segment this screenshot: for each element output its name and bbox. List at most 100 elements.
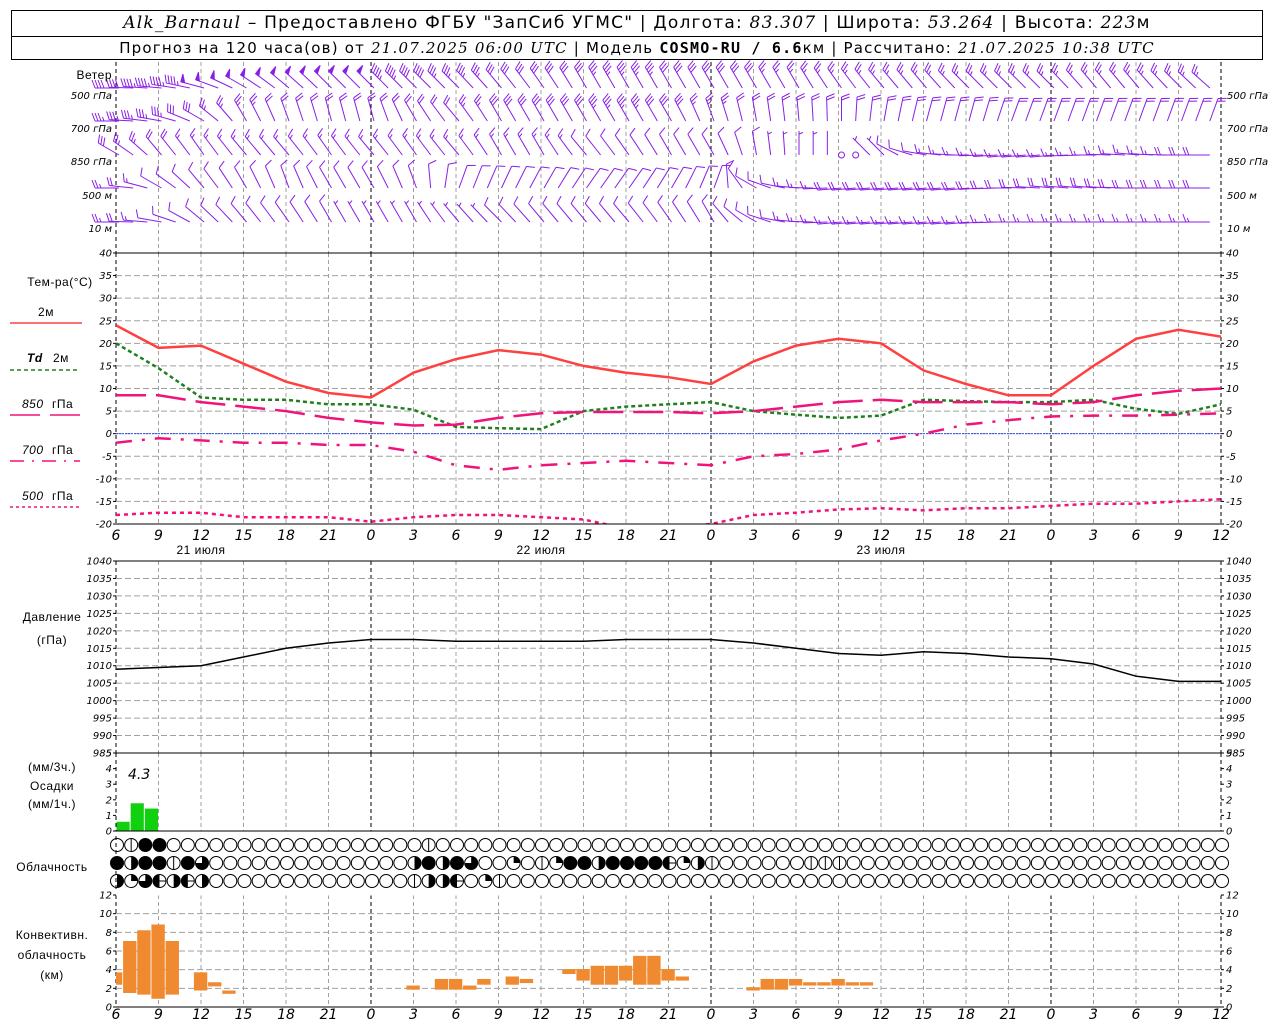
hour-tick-label-bottom: 3	[409, 1007, 418, 1023]
barb-pennant	[313, 65, 321, 75]
barb-full	[989, 99, 998, 102]
barb-staff	[1150, 70, 1168, 89]
barb-half	[775, 68, 779, 73]
barb-full	[1128, 179, 1133, 189]
cloud-circle	[818, 874, 833, 888]
barb-full	[1097, 179, 1102, 188]
barb-staff	[404, 200, 417, 223]
barb-staff	[614, 168, 630, 189]
cloud-cover-icon	[365, 874, 379, 888]
cloud-cover-icon	[308, 874, 323, 888]
cloud-cover-icon	[733, 838, 748, 852]
barb-staff	[767, 131, 772, 156]
barb-full	[1191, 63, 1196, 73]
barb-staff	[701, 200, 715, 223]
barb-full	[958, 181, 963, 190]
barb-pennant	[239, 67, 246, 78]
barb-staff	[1138, 98, 1148, 122]
cloud-circle	[761, 874, 776, 888]
cloud-circle	[308, 874, 323, 888]
barb-half	[476, 72, 480, 78]
cloud-half	[442, 856, 450, 870]
wind-barb	[515, 61, 531, 89]
barb-full	[171, 163, 176, 172]
conv-cloud-bar	[116, 972, 123, 985]
barb-full	[585, 128, 591, 137]
barb-staff	[470, 204, 488, 223]
barb-full	[428, 159, 437, 165]
barb-staff	[387, 135, 403, 156]
cloud-circle	[166, 838, 181, 852]
cloud-cover-icon	[166, 838, 181, 852]
barb-full	[734, 126, 742, 133]
wind-barb	[404, 200, 417, 223]
cloud-cover-icon	[860, 856, 875, 870]
barb-staff	[429, 135, 446, 156]
wind-barb	[629, 127, 644, 156]
barb-staff	[287, 135, 304, 156]
wind-barb	[91, 213, 119, 223]
conv-cloud-bar	[604, 965, 619, 985]
cloud-cover-icon	[294, 856, 309, 870]
barb-full	[157, 107, 159, 117]
temp-axis-tick-label-right: -10	[1226, 474, 1242, 485]
conv-label-2: облачность	[18, 948, 87, 962]
hour-tick-label: 3	[749, 528, 758, 544]
barb-half	[237, 101, 241, 106]
cloud-cover-icon	[1200, 838, 1215, 852]
barb-half	[592, 71, 597, 76]
cloud-cover-icon	[478, 838, 493, 852]
barb-full	[1040, 148, 1045, 157]
cloud-cover-icon	[931, 838, 946, 852]
wind-barb	[630, 60, 644, 89]
cloud-cover-icon	[620, 874, 634, 888]
hour-tick-label-bottom: 18	[957, 1007, 975, 1023]
hour-tick-label-bottom: 12	[872, 1007, 890, 1023]
barb-full	[584, 195, 590, 204]
barb-staff	[304, 201, 318, 223]
barb-staff	[1177, 71, 1197, 89]
wind-barb	[644, 60, 658, 89]
cloud-circle	[1130, 874, 1144, 888]
cloud-cover-icon	[195, 874, 209, 888]
cloud-cover-icon	[209, 838, 224, 852]
conv-cloud-bar	[859, 982, 874, 986]
cloud-cover-icon	[775, 874, 790, 888]
cloud-circle	[393, 856, 408, 870]
cloud-cover-icon	[889, 874, 904, 888]
barb-full	[955, 181, 960, 190]
cloud-cover-icon	[152, 838, 167, 852]
barb-full	[249, 159, 257, 167]
barb-half	[176, 134, 180, 139]
pressure-axis-tick-label-right: 1000	[1226, 696, 1251, 707]
barb-full	[1058, 177, 1062, 187]
wind-barb	[1181, 97, 1199, 122]
cloud-cover-icon	[237, 856, 252, 870]
barb-full	[109, 177, 113, 186]
pressure-axis-tick-label: 1000	[87, 696, 112, 707]
barb-staff	[720, 97, 729, 122]
wind-barb	[720, 92, 730, 122]
wind-barb	[672, 194, 687, 223]
hour-tick-label: 12	[532, 528, 550, 544]
cloud-circle	[761, 838, 776, 852]
wind-barb	[543, 166, 565, 189]
barb-full	[419, 69, 425, 78]
cloud-cover-icon	[435, 856, 450, 870]
cloud-circle	[393, 838, 408, 852]
wind-barb	[602, 60, 616, 89]
cloud-cover-icon	[690, 874, 705, 888]
barb-full	[526, 166, 535, 168]
barb-staff	[529, 166, 542, 189]
barb-staff	[542, 203, 559, 223]
cloud-cover-icon	[209, 856, 224, 870]
barb-full	[1040, 213, 1045, 223]
wind-barb	[517, 127, 531, 156]
cloud-cover-icon	[407, 856, 422, 870]
barb-full	[990, 96, 999, 99]
barb-half	[1102, 149, 1105, 154]
cloud-cover-icon	[1215, 838, 1229, 852]
cloud-cover-icon	[648, 838, 663, 852]
cloud-circle	[365, 874, 379, 888]
cloud-cover-icon	[1172, 856, 1187, 870]
